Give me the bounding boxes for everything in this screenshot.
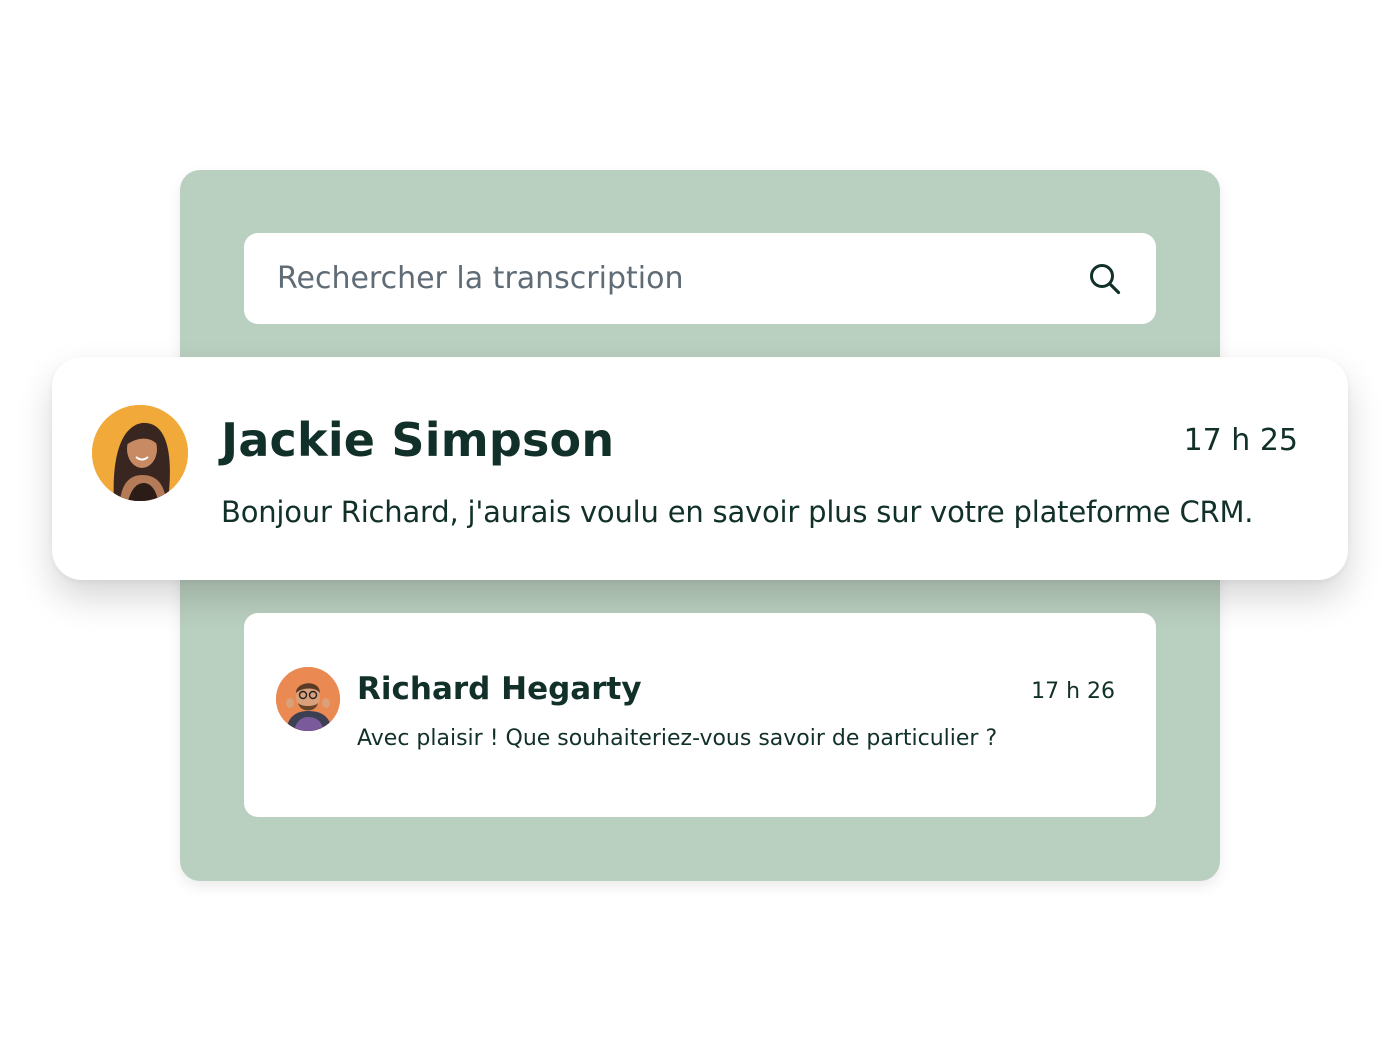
transcript-message[interactable]: Richard Hegarty 17 h 26 Avec plaisir ! Q… [244,613,1156,817]
message-time: 17 h 25 [1183,423,1298,458]
message-text: Avec plaisir ! Que souhaiteriez-vous sav… [357,726,998,751]
avatar-richard-image [276,667,340,731]
transcript-message-highlighted[interactable]: Jackie Simpson 17 h 25 Bonjour Richard, … [52,357,1348,580]
avatar [92,405,188,501]
avatar [276,667,340,731]
transcript-stage: Jackie Simpson 17 h 25 Bonjour Richard, … [0,0,1400,1050]
transcript-search-bar[interactable] [244,233,1156,324]
sender-name: Richard Hegarty [357,671,642,707]
message-text: Bonjour Richard, j'aurais voulu en savoi… [221,495,1254,529]
avatar-jackie-image [92,405,188,501]
message-time: 17 h 26 [1031,679,1115,704]
sender-name: Jackie Simpson [221,413,615,467]
search-input[interactable] [277,261,997,296]
search-icon[interactable] [1087,261,1123,297]
